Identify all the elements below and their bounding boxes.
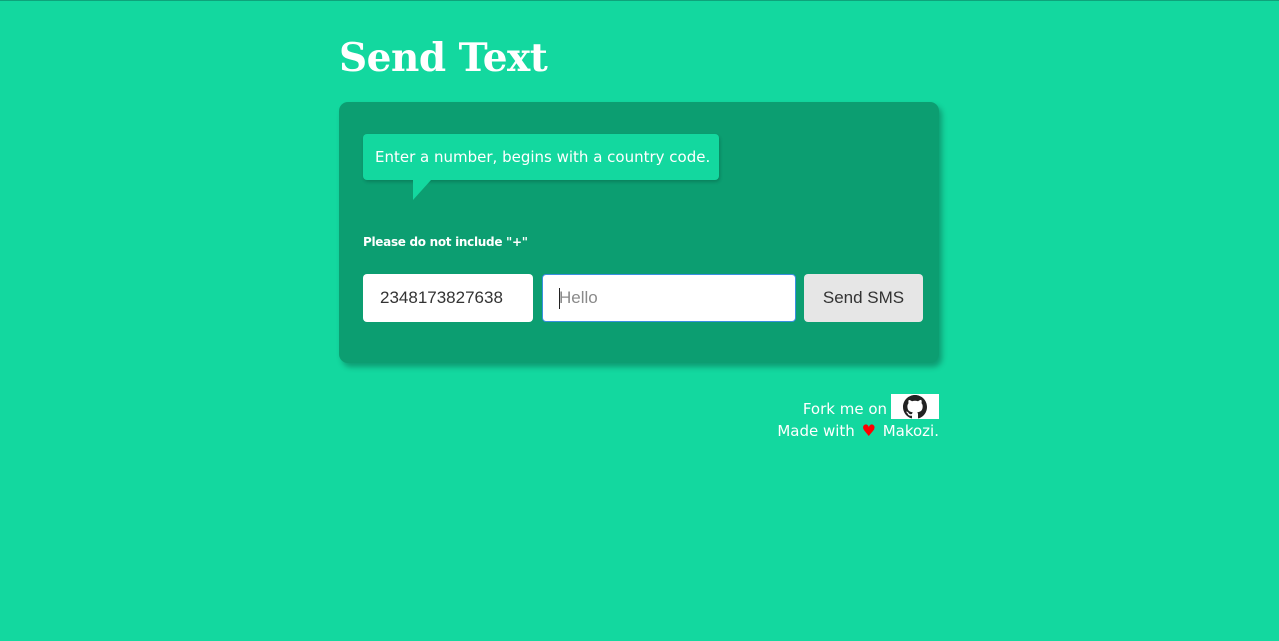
top-border xyxy=(0,0,1279,1)
plus-hint-label: Please do not include "+" xyxy=(363,235,528,249)
number-tooltip: Enter a number, begins with a country co… xyxy=(363,134,719,180)
footer: Fork me on Made with ♥ Makozi. xyxy=(777,394,939,442)
fork-line: Fork me on xyxy=(777,394,939,420)
message-input[interactable] xyxy=(542,274,796,322)
text-caret xyxy=(559,288,560,309)
made-with-text: Made with xyxy=(777,422,855,440)
heart-icon: ♥ xyxy=(861,421,876,440)
made-with-line: Made with ♥ Makozi. xyxy=(777,420,939,442)
tooltip-tail xyxy=(413,180,431,200)
sms-form-card: Enter a number, begins with a country co… xyxy=(339,102,939,363)
phone-number-input[interactable] xyxy=(363,274,533,322)
fork-text: Fork me on xyxy=(802,400,887,418)
send-sms-button[interactable]: Send SMS xyxy=(804,274,923,322)
github-icon xyxy=(903,395,927,419)
page-title: Send Text xyxy=(339,35,548,81)
github-link[interactable] xyxy=(891,394,939,419)
author-link[interactable]: Makozi. xyxy=(883,422,939,440)
